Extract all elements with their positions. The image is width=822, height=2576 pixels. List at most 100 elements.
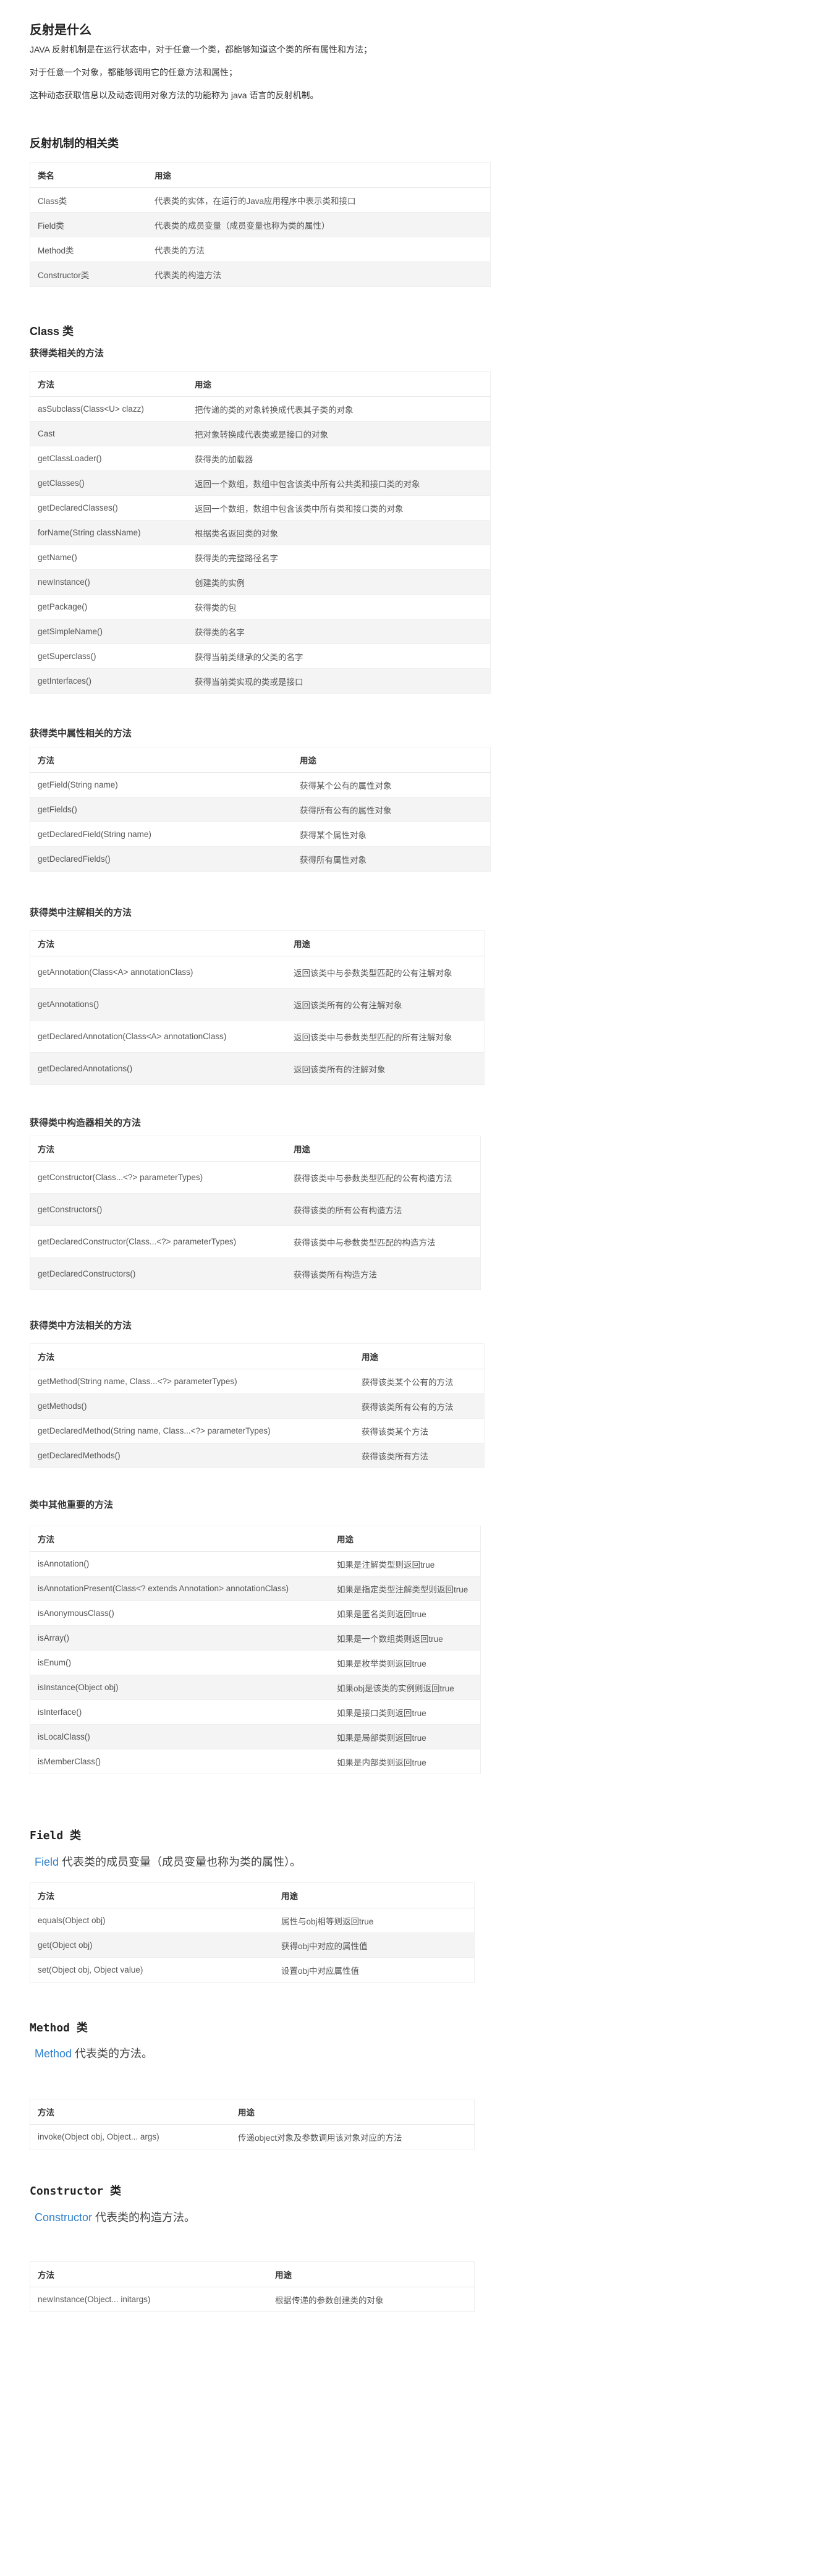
purpose-cell: 获得该类的所有公有构造方法 (286, 1193, 481, 1226)
field-class-intro: Field 代表类的成员变量（成员变量也称为类的属性）。 (35, 1853, 301, 1869)
table-row: Field类 代表类的成员变量（成员变量也称为类的属性） (30, 212, 491, 237)
column-header-purpose: 用途 (286, 1136, 481, 1162)
method-class-table: 方法 用途 invoke(Object obj, Object... args) 传递… (30, 2099, 475, 2149)
method-cell: forName(String className) (30, 520, 187, 545)
field-lead-text: 代表类的成员变量（成员变量也称为类的属性）。 (59, 1856, 302, 1868)
class-methods-table: 方法 用途 asSubclass(Class<U> clazz) 把传递的类的对象转换… (30, 371, 491, 694)
table-row: getDeclaredConstructor(Class...<?> param… (30, 1225, 481, 1258)
method-cell: getDeclaredFields() (30, 846, 292, 872)
method-cell: getDeclaredField(String name) (30, 822, 292, 847)
table-row: Cast 把对象转换成代表类或是接口的对象 (30, 421, 491, 446)
purpose-cell: 获得该类所有构造方法 (286, 1257, 481, 1290)
method-cell: equals(Object obj) (30, 1908, 274, 1933)
table-row: newInstance() 创建类的实例 (30, 569, 491, 595)
purpose-cell: 获得类的加载器 (187, 446, 491, 471)
method-cell: newInstance() (30, 569, 187, 595)
table-header-row: 方法 用途 (30, 1526, 481, 1552)
table-row: isLocalClass() 如果是局部类则返回true (30, 1724, 481, 1749)
table-row: getMethod(String name, Class...<?> param… (30, 1369, 485, 1394)
purpose-cell: 如果是枚举类则返回true (329, 1650, 481, 1675)
table-row: invoke(Object obj, Object... args) 传递obje… (30, 2124, 475, 2149)
column-header-purpose: 用途 (292, 747, 491, 773)
table-row: getDeclaredField(String name) 获得某个属性对象 (30, 822, 491, 847)
column-header-method: 方法 (30, 747, 292, 773)
other-methods-table: 方法 用途 isAnnotation() 如果是注解类型则返回true isAnnota… (30, 1526, 481, 1774)
classes-section-heading: 反射机制的相关类 (30, 137, 119, 150)
purpose-cell: 获得所有属性对象 (292, 846, 491, 872)
method-cell: isEnum() (30, 1650, 329, 1675)
method-cell: getAnnotations() (30, 988, 286, 1021)
table-row: get(Object obj) 获得obj中对应的属性值 (30, 1932, 475, 1958)
purpose-cell: 如果是匿名类则返回true (329, 1600, 481, 1626)
method-cell: getDeclaredMethods() (30, 1443, 354, 1468)
purpose-cell: 如果是接口类则返回true (329, 1699, 481, 1725)
method-cell: Field类 (30, 212, 147, 237)
table-row: getDeclaredFields() 获得所有属性对象 (30, 846, 491, 872)
purpose-cell: 属性与obj相等则返回true (274, 1908, 475, 1933)
class-section-heading: Class 类 (30, 325, 74, 338)
purpose-cell: 创建类的实例 (187, 569, 491, 595)
table-header-row: 方法 用途 (30, 2261, 475, 2287)
page-title: 反射是什么 (30, 23, 91, 37)
method-cell: getName() (30, 545, 187, 570)
other-section-heading: 类中其他重要的方法 (30, 1500, 114, 1510)
column-header-purpose: 用途 (187, 371, 491, 397)
table-header-row: 方法 用途 (30, 747, 491, 773)
annotations-section-heading: 获得类中注解相关的方法 (30, 908, 132, 918)
table-row: getName() 获得类的完整路径名字 (30, 545, 491, 570)
purpose-cell: 获得类的名字 (187, 619, 491, 644)
method-cell: getInterfaces() (30, 668, 187, 694)
method-cell: getField(String name) (30, 772, 292, 797)
table-row: getPackage() 获得类的包 (30, 594, 491, 619)
purpose-cell: 获得该类所有公有的方法 (354, 1393, 485, 1419)
table-row: isAnnotationPresent(Class<? extends Anno… (30, 1576, 481, 1601)
purpose-cell: 如果是一个数组类则返回true (329, 1625, 481, 1651)
column-header-purpose: 用途 (231, 2099, 475, 2125)
method-cell: getDeclaredConstructors() (30, 1257, 286, 1290)
purpose-cell: 获得类的包 (187, 594, 491, 619)
purpose-cell: 代表类的实体，在运行的Java应用程序中表示类和接口 (147, 187, 491, 213)
method-cell: isInstance(Object obj) (30, 1675, 329, 1700)
table-row: Class类 代表类的实体，在运行的Java应用程序中表示类和接口 (30, 187, 491, 213)
column-header-method: 方法 (30, 1882, 274, 1908)
table-row: getSimpleName() 获得类的名字 (30, 619, 491, 644)
column-header-method: 类名 (30, 162, 147, 188)
method-cell: getMethods() (30, 1393, 354, 1419)
method-cell: getDeclaredAnnotation(Class<A> annotatio… (30, 1020, 286, 1053)
method-cell: asSubclass(Class<U> clazz) (30, 396, 187, 422)
purpose-cell: 获得某个公有的属性对象 (292, 772, 491, 797)
method-cell: getFields() (30, 797, 292, 822)
table-row: asSubclass(Class<U> clazz) 把传递的类的对象转换成代表其… (30, 396, 491, 422)
method-cell: getDeclaredConstructor(Class...<?> param… (30, 1225, 286, 1258)
table-row: isAnnotation() 如果是注解类型则返回true (30, 1551, 481, 1576)
method-cell: Cast (30, 421, 187, 446)
table-header-row: 类名 用途 (30, 162, 491, 188)
table-row: getDeclaredConstructors() 获得该类所有构造方法 (30, 1257, 481, 1290)
method-cell: Method类 (30, 237, 147, 262)
purpose-cell: 如果obj是该类的实例则返回true (329, 1675, 481, 1700)
purpose-cell: 获得obj中对应的属性值 (274, 1932, 475, 1958)
method-cell: getAnnotation(Class<A> annotationClass) (30, 956, 286, 988)
annotations-methods-table: 方法 用途 getAnnotation(Class<A> annotationCla… (30, 930, 485, 1085)
purpose-cell: 获得该类某个公有的方法 (354, 1369, 485, 1394)
constructor-class-table: 方法 用途 newInstance(Object... initargs) 根据传递的… (30, 2261, 475, 2312)
purpose-cell: 代表类的方法 (147, 237, 491, 262)
table-row: isEnum() 如果是枚举类则返回true (30, 1650, 481, 1675)
constructors-methods-table: 方法 用途 getConstructor(Class...<?> parameter… (30, 1136, 481, 1290)
table-row: isMemberClass() 如果是内部类则返回true (30, 1749, 481, 1774)
method-cell: Class类 (30, 187, 147, 213)
table-row: isInstance(Object obj) 如果obj是该类的实例则返回true (30, 1675, 481, 1700)
method-cell: newInstance(Object... initargs) (30, 2287, 268, 2312)
purpose-cell: 获得当前类继承的父类的名字 (187, 644, 491, 669)
table-row: getDeclaredAnnotations() 返回该类所有的注解对象 (30, 1052, 485, 1085)
column-header-method: 方法 (30, 371, 187, 397)
intro-line-3: 这种动态获取信息以及动态调用对象方法的功能称为 java 语言的反射机制。 (30, 90, 319, 100)
method-cell: isAnnotation() (30, 1551, 329, 1576)
purpose-cell: 设置obj中对应属性值 (274, 1957, 475, 1983)
method-cell: isInterface() (30, 1699, 329, 1725)
method-cell: getDeclaredMethod(String name, Class...<… (30, 1418, 354, 1443)
table-row: getFields() 获得所有公有的属性对象 (30, 797, 491, 822)
article-page: 反射是什么 JAVA 反射机制是在运行状态中，对于任意一个类，都能够知道这个类的… (0, 0, 822, 2576)
purpose-cell: 如果是局部类则返回true (329, 1724, 481, 1749)
table-row: getSuperclass() 获得当前类继承的父类的名字 (30, 644, 491, 669)
